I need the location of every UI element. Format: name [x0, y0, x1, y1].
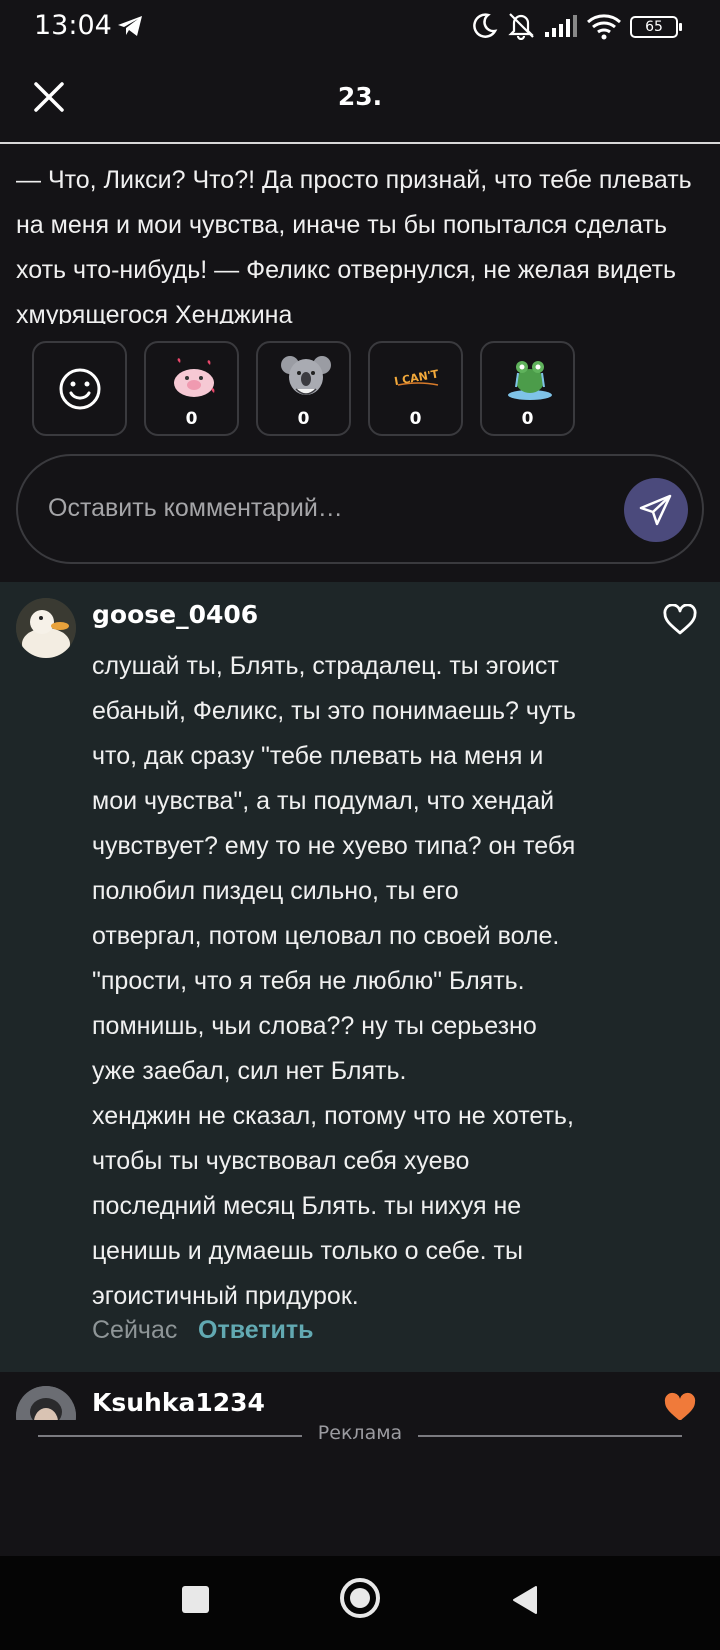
ad-label: Реклама [317, 1422, 403, 1444]
status-time: 13:04 [34, 10, 112, 41]
bell-off-icon [508, 13, 534, 40]
system-nav-bar [0, 1556, 720, 1650]
comment-line: хенджин не сказал, потому что не хотеть, [92, 1102, 574, 1130]
divider-line [418, 1435, 682, 1437]
comment-card: Ksuhka1234 [0, 1372, 720, 1420]
comment-line: слушай ты, Блять, страдалец. ты эгоист [92, 652, 559, 680]
frog-cry-sticker [508, 361, 552, 400]
home-button[interactable] [340, 1578, 380, 1618]
comment-text: слушай ты, Блять, страдалец. ты эгоист е… [92, 644, 632, 1319]
back-icon[interactable] [510, 1584, 540, 1616]
comment-line: чтобы ты чувствовал себя хуево [92, 1147, 470, 1175]
comment-line: что, дак сразу "тебе плевать на меня и [92, 742, 544, 770]
reaction-count: 0 [521, 409, 534, 429]
wifi-icon [587, 14, 621, 40]
comment-card: goose_0406 слушай ты, Блять, страдалец. … [0, 582, 720, 1372]
comment-line: уже заебал, сил нет Блять. [92, 1057, 407, 1085]
avatar[interactable] [16, 1386, 76, 1420]
story-excerpt: — Что, Ликси? Что?! Да просто признай, ч… [16, 166, 692, 324]
reply-button[interactable]: Ответить [198, 1316, 314, 1345]
comment-line: помнишь, чьи слова?? ну ты серьезно [92, 1012, 537, 1040]
user-avatar-image [16, 1386, 76, 1420]
ad-divider: Реклама [38, 1422, 682, 1450]
comment-line: полюбил пиздец сильно, ты его [92, 877, 459, 905]
comment-line: последний месяц Блять. ты нихуя не [92, 1192, 522, 1220]
comment-line: отвергал, потом целовал по своей воле. [92, 922, 560, 950]
reaction-count: 0 [185, 409, 198, 429]
add-reaction-button[interactable] [32, 341, 127, 436]
reaction-koala[interactable]: 0 [256, 341, 351, 436]
comment-line: ценишь и думаешь только о себе. ты [92, 1237, 523, 1265]
heart-filled-icon[interactable] [662, 1392, 698, 1420]
comment-time: Сейчас [92, 1316, 178, 1344]
koala-laugh-sticker [281, 356, 331, 395]
i-cant-sticker: I CAN'T [393, 367, 440, 388]
goose-avatar-image [16, 598, 76, 658]
telegram-icon [118, 16, 142, 36]
pig-love-sticker [174, 358, 215, 397]
top-bar: 23. [0, 56, 720, 144]
moon-icon [473, 13, 498, 38]
reaction-i-cant[interactable]: I CAN'T 0 [368, 341, 463, 436]
status-bar: 13:04 65 [0, 0, 720, 56]
chapter-title: 23. [337, 82, 383, 111]
comment-line: мои чувства", а ты подумал, что хендай [92, 787, 555, 815]
reaction-pig[interactable]: 0 [144, 341, 239, 436]
signal-icon [545, 15, 577, 37]
send-icon [639, 494, 672, 526]
reaction-frog[interactable]: 0 [480, 341, 575, 436]
heart-outline-icon[interactable] [662, 604, 698, 636]
send-button[interactable] [624, 478, 688, 542]
comment-username[interactable]: Ksuhka1234 [92, 1388, 265, 1417]
comment-line: эгоистичный придурок. [92, 1282, 359, 1310]
recents-button[interactable] [182, 1586, 209, 1613]
avatar[interactable] [16, 598, 76, 658]
comment-username[interactable]: goose_0406 [92, 600, 258, 629]
comment-line: "прости, что я тебя не люблю" Блять. [92, 967, 525, 995]
reaction-count: 0 [409, 409, 422, 429]
comment-placeholder: Оставить комментарий… [48, 494, 343, 522]
comment-line: ебаный, Феликс, ты это понимаешь? чуть [92, 697, 576, 725]
comment-line: чувствует? ему то не хуево типа? он тебя [92, 832, 576, 860]
battery-indicator: 65 [630, 16, 682, 38]
reaction-count: 0 [297, 409, 310, 429]
comment-input[interactable]: Оставить комментарий… [16, 454, 704, 564]
smiley-add-icon [59, 368, 101, 410]
